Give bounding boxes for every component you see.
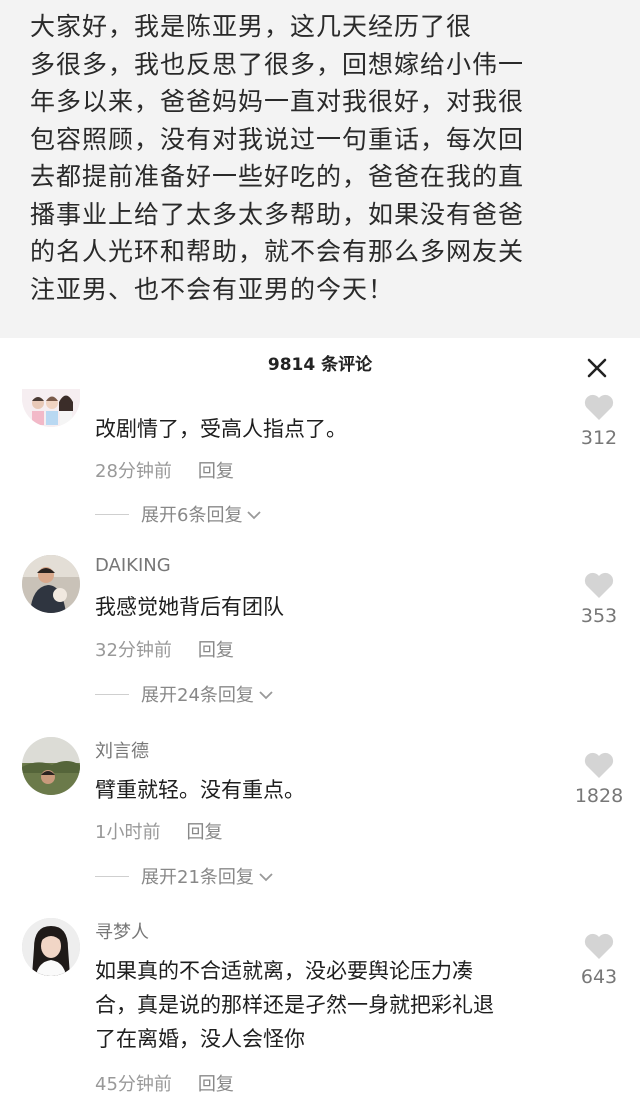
comment-meta: 1小时前 回复 — [95, 818, 222, 844]
comment-item: DAIKING 我感觉她背后有团队 32分钟前 回复 展开24条回复 353 — [0, 555, 640, 715]
like-button[interactable]: 312 — [572, 393, 626, 449]
expand-replies-label: 展开21条回复 — [141, 867, 254, 888]
comment-username[interactable]: DAIKING — [95, 555, 171, 576]
comment-text: 臂重就轻。没有重点。 — [95, 778, 305, 802]
comment-item: 寻梦人 如果真的不合适就离，没必要舆论压力凑 合，真是说的那样还是孑然一身就把彩… — [0, 918, 640, 1103]
reply-button[interactable]: 回复 — [198, 461, 234, 482]
comment-count: 9814 条评论 — [267, 355, 373, 375]
expand-replies-label: 展开24条回复 — [141, 685, 254, 706]
divider-line — [95, 513, 129, 515]
expand-replies-button[interactable]: 展开24条回复 — [95, 681, 274, 707]
divider-line — [95, 875, 129, 877]
avatar[interactable] — [22, 555, 80, 613]
chevron-down-icon — [258, 866, 274, 887]
reply-button[interactable]: 回复 — [198, 640, 234, 661]
like-button[interactable]: 1828 — [572, 751, 626, 807]
like-count: 312 — [580, 427, 618, 449]
comment-text: 改剧情了，受高人指点了。 — [95, 417, 347, 441]
chevron-down-icon — [258, 684, 274, 705]
comment-text: 我感觉她背后有团队 — [95, 595, 284, 619]
chevron-down-icon — [246, 504, 262, 525]
heart-icon — [583, 572, 615, 603]
expand-replies-label: 展开6条回复 — [141, 505, 243, 526]
post-text: 大家好，我是陈亚男，这几天经历了很 多很多，我也反思了很多，回想嫁给小伟一 年多… — [30, 12, 525, 304]
comment-meta: 45分钟前 回复 — [95, 1070, 234, 1096]
reply-button[interactable]: 回复 — [198, 1074, 234, 1095]
heart-icon — [583, 933, 615, 964]
post-content: 大家好，我是陈亚男，这几天经历了很 多很多，我也反思了很多，回想嫁给小伟一 年多… — [0, 0, 640, 340]
comment-username[interactable]: 寻梦人 — [95, 918, 149, 944]
avatar[interactable] — [22, 918, 80, 976]
comment-item: 改剧情了，受高人指点了。 28分钟前 回复 展开6条回复 312 — [0, 389, 640, 535]
comment-text: 如果真的不合适就离，没必要舆论压力凑 合，真是说的那样还是孑然一身就把彩礼退 了… — [95, 959, 494, 1051]
like-count: 353 — [580, 605, 618, 627]
expand-replies-button[interactable]: 展开21条回复 — [95, 863, 274, 889]
divider-line — [95, 693, 129, 695]
comment-meta: 28分钟前 回复 — [95, 457, 234, 483]
comment-time: 45分钟前 — [95, 1074, 172, 1095]
avatar[interactable] — [22, 389, 80, 427]
like-button[interactable]: 353 — [572, 571, 626, 627]
avatar[interactable] — [22, 737, 80, 795]
like-count: 1828 — [574, 785, 624, 807]
comment-meta: 32分钟前 回复 — [95, 636, 234, 662]
comments-header: 9814 条评论 — [0, 338, 640, 390]
reply-button[interactable]: 回复 — [186, 822, 222, 843]
comment-username[interactable]: 刘言德 — [95, 737, 149, 763]
heart-icon — [583, 394, 615, 425]
comment-item: 刘言德 臂重就轻。没有重点。 1小时前 回复 展开21条回复 1828 — [0, 737, 640, 897]
like-count: 643 — [580, 966, 618, 988]
expand-replies-button[interactable]: 展开6条回复 — [95, 501, 262, 527]
close-icon[interactable] — [583, 354, 611, 382]
like-button[interactable]: 643 — [572, 932, 626, 988]
comment-time: 32分钟前 — [95, 640, 172, 661]
heart-icon — [583, 752, 615, 783]
comment-time: 1小时前 — [95, 822, 161, 843]
comment-time: 28分钟前 — [95, 461, 172, 482]
